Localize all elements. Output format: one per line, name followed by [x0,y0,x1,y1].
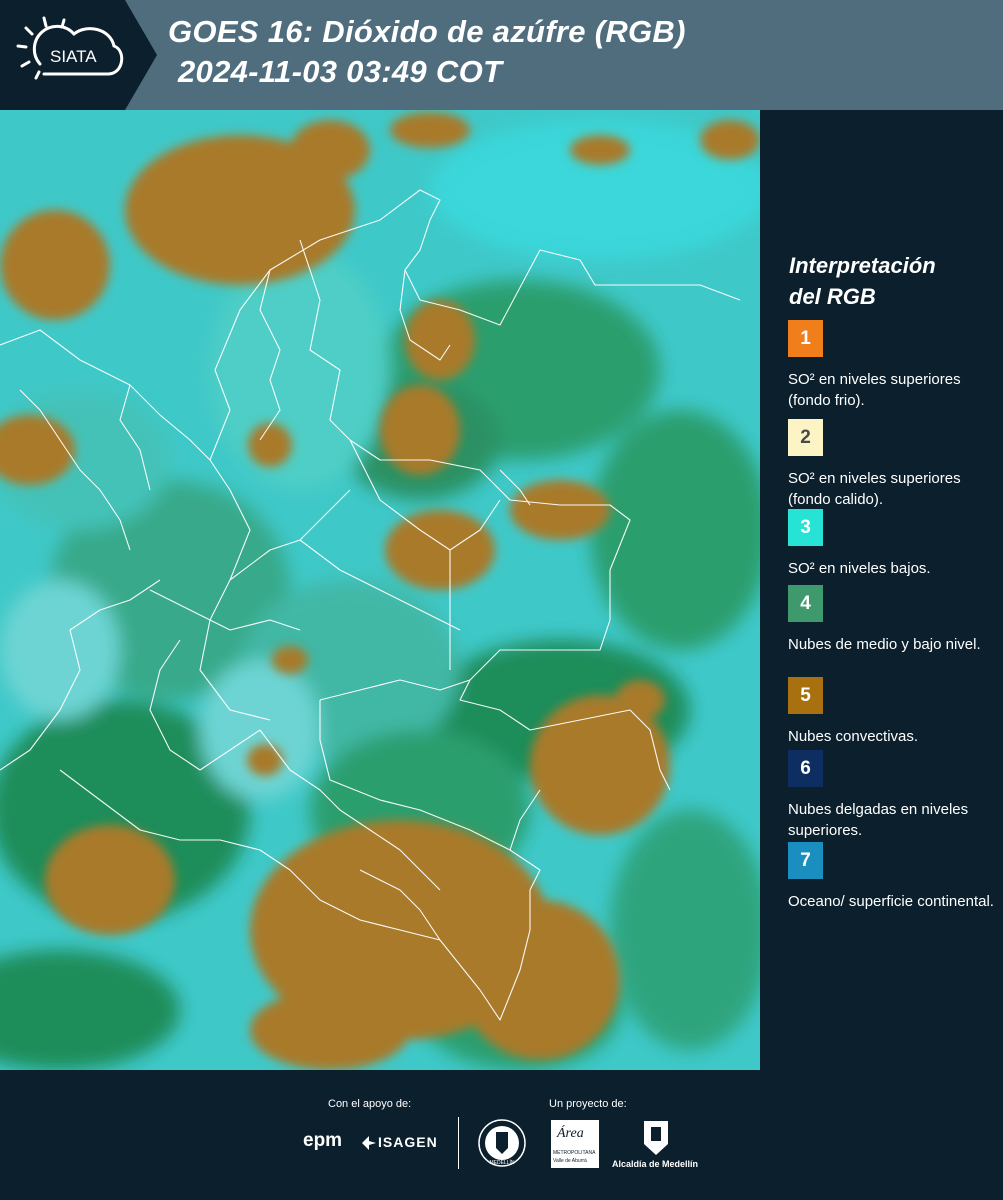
legend-swatch: 3 [788,509,823,546]
legend-swatch: 7 [788,842,823,879]
legend-label: Nubes convectivas. [788,728,919,745]
legend-label: SO² en niveles bajos. [788,560,931,577]
footer: Con el apoyo de: Un proyecto de: epm ISA… [0,1070,1003,1200]
footer-divider [458,1117,459,1169]
area-metropolitana-logo: Área METROPOLITANA Valle de Aburrá [551,1120,599,1168]
legend-item: 4 Nubes de medio y bajo nivel. [788,585,998,655]
legend-swatch: 5 [788,677,823,714]
legend-swatch: 6 [788,750,823,787]
legend-panel: Interpretación del RGB 1 SO² en niveles … [760,110,1003,1070]
satellite-image [0,110,760,1070]
page-title: GOES 16: Dióxido de azúfre (RGB) [168,14,686,49]
timestamp: 2024-11-03 03:49 COT [178,54,503,89]
legend-label: Oceano/ superficie continental. [788,893,994,910]
legend-item: 1 SO² en niveles superiores (fondo frio)… [788,320,998,411]
legend-label: Nubes de medio y bajo nivel. [788,636,981,653]
legend-swatch: 4 [788,585,823,622]
project-label: Un proyecto de: [549,1098,627,1110]
satellite-map [0,110,760,1070]
medellin-seal-icon: MEDELLÍN [478,1119,526,1167]
legend-item: 2 SO² en niveles superiores (fondo calid… [788,419,998,510]
legend-title: Interpretación del RGB [789,250,989,312]
seal-text: MEDELLÍN [489,1159,514,1166]
area-logo-sub: METROPOLITANA [553,1150,596,1156]
isagen-logo: ISAGEN [378,1134,438,1150]
legend-label: SO² en niveles superiores (fondo calido)… [788,470,961,508]
alcaldia-shield-icon [644,1121,668,1155]
legend-swatch: 1 [788,320,823,357]
alcaldia-logo-text: Alcaldía de Medellín [612,1159,699,1169]
epm-logo: epm [303,1130,343,1151]
legend-title-line2: del RGB [789,284,876,309]
legend-swatch: 2 [788,419,823,456]
area-logo-text: Área [557,1126,584,1141]
header: SIATA GOES 16: Dióxido de azúfre (RGB) 2… [0,0,1003,110]
siata-logo: SIATA [16,16,124,80]
support-label: Con el apoyo de: [328,1098,412,1110]
legend-item: 6 Nubes delgadas en niveles superiores. [788,750,998,841]
header-chevron [125,0,157,110]
legend-label: SO² en niveles superiores (fondo frio). [788,371,961,409]
area-logo-sub2: Valle de Aburrá [553,1158,587,1164]
legend-item: 7 Oceano/ superficie continental. [788,842,998,912]
legend-label: Nubes delgadas en niveles superiores. [788,801,969,839]
legend-item: 3 SO² en niveles bajos. [788,509,998,579]
legend-title-line1: Interpretación [789,253,936,278]
legend-item: 5 Nubes convectivas. [788,677,998,747]
isagen-mark-icon [362,1136,376,1150]
siata-logo-text: SIATA [50,47,97,66]
